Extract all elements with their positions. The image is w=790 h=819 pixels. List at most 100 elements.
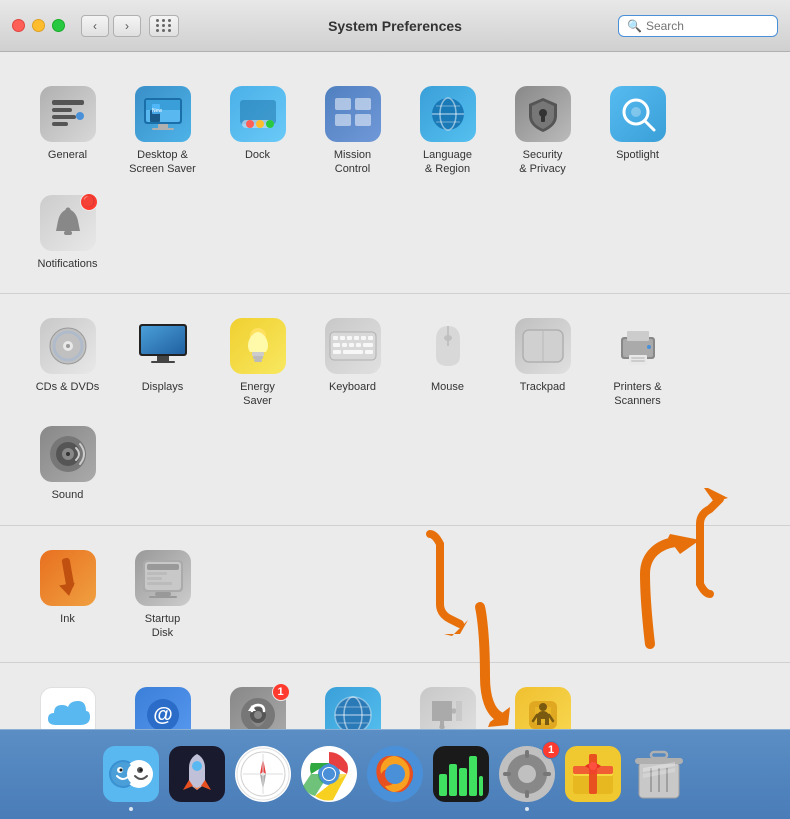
pref-trackpad[interactable]: Trackpad [495, 308, 590, 417]
minimize-button[interactable] [32, 19, 45, 32]
section-personal: General [0, 62, 790, 294]
hardware2-icons-row: Ink [20, 540, 770, 649]
svg-text:New: New [152, 108, 162, 114]
pref-sound[interactable]: Sound [20, 416, 115, 510]
dock-chrome[interactable] [298, 743, 360, 805]
grid-view-button[interactable] [149, 15, 179, 37]
network-icon [323, 685, 383, 729]
search-input[interactable] [646, 19, 766, 33]
svg-text:@: @ [153, 704, 173, 726]
energy-label: Energy Saver [240, 380, 275, 409]
pref-printers[interactable]: Printers & Scanners [590, 308, 685, 417]
mission-label: Mission Control [334, 148, 371, 177]
pref-ink[interactable]: Ink [20, 540, 115, 649]
printers-label: Printers & Scanners [613, 380, 661, 409]
pref-keyboard[interactable]: Keyboard [305, 308, 400, 417]
pref-displays[interactable]: Displays [115, 308, 210, 417]
general-label: General [48, 148, 87, 162]
search-box[interactable]: 🔍 [618, 15, 778, 37]
section-hardware: CDs & DVDs [0, 294, 790, 526]
pref-softwareupdate[interactable]: 1 Software Update [210, 677, 305, 729]
pref-general[interactable]: General [20, 76, 115, 185]
chrome-icon [301, 746, 357, 802]
pref-internetaccounts[interactable]: @ Internet Accounts [115, 677, 210, 729]
pref-mission[interactable]: Mission Control [305, 76, 400, 185]
energy-icon [228, 316, 288, 376]
displays-icon [133, 316, 193, 376]
desktop-icon: New [133, 84, 193, 144]
dock-safari[interactable] [232, 743, 294, 805]
search-icon: 🔍 [627, 19, 642, 33]
startup-icon [133, 548, 193, 608]
dock-label: Dock [245, 148, 270, 162]
pref-dock[interactable]: Dock [210, 76, 305, 185]
general-icon [38, 84, 98, 144]
pref-icloud[interactable]: iCloud [20, 677, 115, 729]
startup-label: Startup Disk [145, 612, 180, 641]
spotlight-label: Spotlight [616, 148, 659, 162]
displays-label: Displays [142, 380, 184, 394]
finder-dot [129, 807, 133, 811]
title-bar: ‹ › System Preferences 🔍 [0, 0, 790, 52]
pref-startup[interactable]: Startup Disk [115, 540, 210, 649]
nav-buttons: ‹ › [81, 15, 141, 37]
main-wrapper: General [0, 52, 790, 729]
pref-sharing[interactable]: Sharing [495, 677, 590, 729]
spotlight-icon [608, 84, 668, 144]
preferences-content: General [0, 52, 790, 729]
sysprefs-badge: 1 [542, 741, 560, 759]
desktop-label: Desktop & Screen Saver [129, 148, 196, 177]
security-label: Security & Privacy [519, 148, 565, 177]
ink-icon [38, 548, 98, 608]
dock-giftbox[interactable] [562, 743, 624, 805]
istatmenus-icon [433, 746, 489, 802]
dock-sysprefs[interactable]: 1 [496, 743, 558, 805]
pref-cds[interactable]: CDs & DVDs [20, 308, 115, 417]
extensions-icon [418, 685, 478, 729]
sharing-icon [513, 685, 573, 729]
section-hardware2: Ink [0, 526, 790, 664]
pref-mouse[interactable]: Mouse [400, 308, 495, 417]
close-button[interactable] [12, 19, 25, 32]
pref-spotlight[interactable]: Spotlight [590, 76, 685, 185]
dock-firefox[interactable] [364, 743, 426, 805]
mouse-icon [418, 316, 478, 376]
cds-icon [38, 316, 98, 376]
traffic-lights [12, 19, 65, 32]
dock: 1 [0, 729, 790, 819]
pref-extensions[interactable]: Extensions [400, 677, 495, 729]
sound-icon [38, 424, 98, 484]
cds-label: CDs & DVDs [36, 380, 100, 394]
safari-icon [235, 746, 291, 802]
keyboard-label: Keyboard [329, 380, 376, 394]
pref-language[interactable]: Language & Region [400, 76, 495, 185]
hardware-icons-row: CDs & DVDs [20, 308, 770, 511]
internetaccounts-icon: @ [133, 685, 193, 729]
section-internet: iCloud @ Internet Accounts [0, 663, 790, 729]
sound-label: Sound [52, 488, 84, 502]
mission-icon [323, 84, 383, 144]
pref-security[interactable]: Security & Privacy [495, 76, 590, 185]
language-label: Language & Region [423, 148, 472, 177]
pref-desktop[interactable]: New Desktop & Screen Saver [115, 76, 210, 185]
launchpad-icon [169, 746, 225, 802]
ink-label: Ink [60, 612, 75, 626]
maximize-button[interactable] [52, 19, 65, 32]
trackpad-label: Trackpad [520, 380, 565, 394]
back-button[interactable]: ‹ [81, 15, 109, 37]
grid-dots-icon [156, 19, 172, 32]
dock-trash[interactable] [628, 743, 690, 805]
forward-button[interactable]: › [113, 15, 141, 37]
dock-pref-icon [228, 84, 288, 144]
dock-istatmenus[interactable] [430, 743, 492, 805]
pref-energy[interactable]: Energy Saver [210, 308, 305, 417]
trackpad-icon [513, 316, 573, 376]
pref-notifications[interactable]: 🔴 Notifications [20, 185, 115, 279]
dock-finder[interactable] [100, 743, 162, 805]
security-icon [513, 84, 573, 144]
mouse-label: Mouse [431, 380, 464, 394]
dock-launchpad[interactable] [166, 743, 228, 805]
firefox-icon [367, 746, 423, 802]
language-icon [418, 84, 478, 144]
pref-network[interactable]: Network [305, 677, 400, 729]
